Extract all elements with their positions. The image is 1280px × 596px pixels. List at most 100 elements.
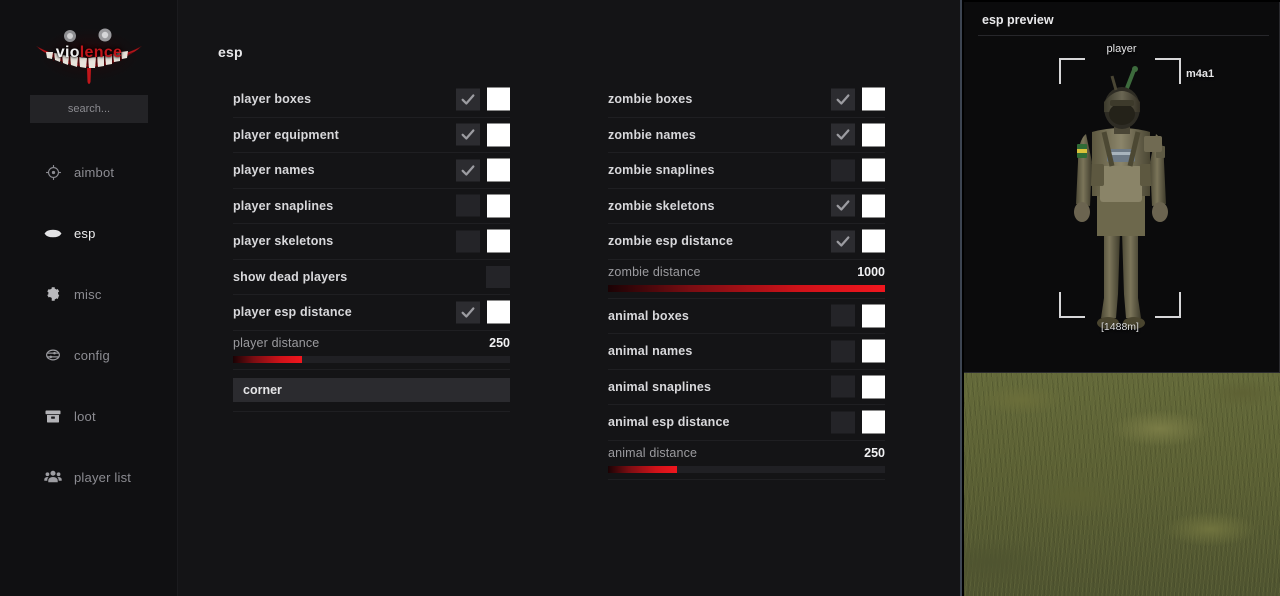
setting-controls [831, 339, 885, 363]
slider-fill [608, 465, 678, 473]
sidebar-item-label: misc [74, 286, 102, 302]
checkbox-player-esp-distance[interactable] [456, 301, 480, 324]
setting-controls [831, 87, 885, 111]
color-swatch-player-boxes[interactable] [487, 87, 510, 111]
esp-preview-column: esp preview player m4a1 [1488m] [960, 0, 1280, 596]
setting-label: show dead players [233, 269, 348, 284]
checkbox-player-equipment[interactable] [456, 123, 480, 146]
settings-column-zombie-animal: zombie boxes zombie names zombie snaplin… [608, 82, 885, 480]
checkbox-animal-names[interactable] [831, 340, 855, 363]
setting-label: zombie snaplines [608, 163, 715, 178]
checkbox-player-skeletons[interactable] [456, 230, 480, 253]
setting-controls [456, 229, 510, 253]
color-swatch-animal-names[interactable] [862, 339, 885, 363]
checkbox-player-boxes[interactable] [456, 88, 480, 111]
color-swatch-player-equipment[interactable] [487, 123, 510, 147]
sidebar: violence aimbot [0, 0, 178, 596]
setting-row-zombie-skeletons: zombie skeletons [608, 189, 885, 224]
setting-label: zombie names [608, 127, 696, 142]
color-swatch-zombie-boxes[interactable] [862, 87, 885, 111]
color-swatch-animal-esp-distance[interactable] [862, 410, 885, 434]
sidebar-item-loot[interactable]: loot [0, 399, 178, 433]
brand-logo-text: violence [30, 44, 148, 62]
setting-label: animal snaplines [608, 379, 712, 394]
esp-preview-panel: esp preview player m4a1 [1488m] [964, 2, 1280, 373]
people-icon [44, 468, 62, 486]
brand-name-primary: vio [55, 44, 80, 61]
setting-controls [831, 375, 885, 399]
esp-box-corner-bottom-left [1059, 292, 1085, 318]
crosshair-icon [44, 163, 62, 181]
sliders-icon [44, 346, 62, 364]
sidebar-item-label: player list [74, 469, 132, 485]
setting-label: animal names [608, 344, 693, 359]
esp-distance-label: [1488m] [1101, 321, 1139, 333]
sidebar-item-label: esp [74, 225, 96, 241]
esp-weapon-label: m4a1 [1186, 68, 1215, 80]
game-scene-background [964, 373, 1280, 596]
color-swatch-zombie-skeletons[interactable] [862, 194, 885, 218]
gear-icon [44, 285, 62, 303]
setting-row-animal-boxes: animal boxes [608, 299, 885, 334]
setting-controls [486, 265, 510, 288]
setting-row-animal-names: animal names [608, 334, 885, 370]
checkbox-animal-boxes[interactable] [831, 304, 855, 327]
checkbox-zombie-esp-distance[interactable] [831, 230, 855, 253]
setting-row-zombie-snaplines: zombie snaplines [608, 153, 885, 189]
setting-controls [456, 158, 510, 182]
setting-label: player names [233, 163, 315, 178]
setting-row-player-distance: player distance 250 [233, 331, 510, 370]
setting-row-animal-distance: animal distance 250 [608, 441, 885, 480]
slider-player-distance[interactable] [233, 355, 510, 363]
setting-controls [831, 229, 885, 253]
sidebar-item-label: loot [74, 408, 96, 424]
sidebar-item-misc[interactable]: misc [0, 277, 178, 311]
esp-box-corner-top-right [1155, 58, 1181, 84]
sidebar-item-player-list[interactable]: player list [0, 460, 178, 494]
checkbox-animal-esp-distance[interactable] [831, 411, 855, 434]
dropdown-box-style[interactable]: corner [233, 378, 510, 402]
slider-header: player distance 250 [233, 336, 510, 356]
sidebar-item-config[interactable]: config [0, 338, 178, 372]
checkbox-player-names[interactable] [456, 159, 480, 182]
checkbox-player-snaplines[interactable] [456, 194, 480, 217]
color-swatch-player-esp-distance[interactable] [487, 300, 510, 324]
setting-row-player-esp-distance: player esp distance [233, 295, 510, 331]
esp-bounding-box [1059, 58, 1181, 318]
brand-logo: violence [30, 24, 148, 86]
color-swatch-player-skeletons[interactable] [487, 229, 510, 253]
sidebar-nav: aimbot esp misc config loot player list [0, 155, 178, 521]
color-swatch-zombie-esp-distance[interactable] [862, 229, 885, 253]
color-swatch-zombie-snaplines[interactable] [862, 158, 885, 182]
esp-box-corner-top-left [1059, 58, 1085, 84]
setting-controls [456, 123, 510, 147]
sidebar-item-esp[interactable]: esp [0, 216, 178, 250]
color-swatch-player-snaplines[interactable] [487, 194, 510, 218]
setting-label: animal esp distance [608, 415, 730, 430]
setting-label: animal boxes [608, 308, 689, 323]
box-icon [44, 407, 62, 425]
slider-label: player distance [233, 335, 320, 350]
sidebar-item-aimbot[interactable]: aimbot [0, 155, 178, 189]
cheat-menu-window: violence aimbot [0, 0, 1280, 596]
slider-fill [233, 355, 303, 363]
color-swatch-animal-snaplines[interactable] [862, 375, 885, 399]
slider-zombie-distance[interactable] [608, 284, 885, 292]
setting-row-animal-snaplines: animal snaplines [608, 370, 885, 405]
setting-row-zombie-distance: zombie distance 1000 [608, 260, 885, 299]
checkbox-animal-snaplines[interactable] [831, 375, 855, 398]
checkbox-zombie-boxes[interactable] [831, 88, 855, 111]
slider-animal-distance[interactable] [608, 465, 885, 473]
color-swatch-animal-boxes[interactable] [862, 304, 885, 328]
setting-row-player-boxes: player boxes [233, 82, 510, 118]
slider-header: animal distance 250 [608, 446, 885, 466]
checkbox-zombie-skeletons[interactable] [831, 194, 855, 217]
color-swatch-player-names[interactable] [487, 158, 510, 182]
checkbox-zombie-snaplines[interactable] [831, 159, 855, 182]
search-input[interactable] [30, 95, 148, 123]
color-swatch-zombie-names[interactable] [862, 123, 885, 147]
setting-label: player boxes [233, 92, 312, 107]
checkbox-show-dead-players[interactable] [486, 265, 510, 288]
setting-row-box-style: corner [233, 370, 510, 412]
checkbox-zombie-names[interactable] [831, 123, 855, 146]
